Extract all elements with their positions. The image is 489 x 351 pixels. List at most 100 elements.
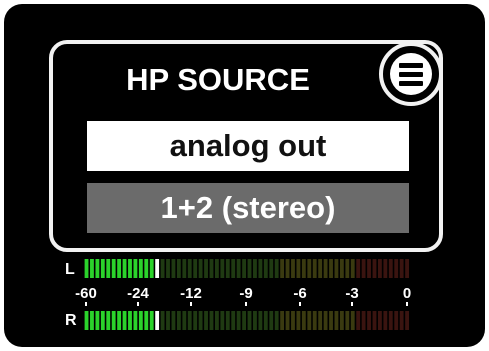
meter-segment (345, 259, 350, 278)
scale-label: 0 (402, 285, 412, 302)
meter-segment (329, 259, 333, 278)
meter-segment (378, 259, 382, 278)
meter-segment (128, 311, 132, 330)
meter-segment (356, 311, 361, 330)
meter-segment (144, 259, 149, 278)
meter-segment (367, 311, 371, 330)
meter-segment (187, 259, 192, 278)
scale-tick (190, 302, 192, 306)
meter-segment (269, 311, 274, 330)
meter-segment (367, 259, 371, 278)
scale-tick (406, 302, 408, 306)
meter-segment (84, 311, 89, 330)
meter-segment (372, 311, 377, 330)
meter-segment (138, 311, 143, 330)
meter-segment (361, 311, 366, 330)
meter-segment (193, 311, 198, 330)
meter-segment (291, 311, 295, 330)
meter-segment (253, 311, 257, 330)
meter-segment (405, 311, 409, 330)
meter-segment (117, 259, 122, 278)
meter-segment (176, 311, 181, 330)
meter-segment (339, 259, 344, 278)
meter-segment (95, 311, 100, 330)
meter-segment (334, 259, 339, 278)
scale-label: -6 (293, 285, 307, 302)
meter-segment (280, 259, 285, 278)
meter-segment (231, 311, 236, 330)
scale-tick (299, 302, 301, 306)
meter-segment (312, 259, 317, 278)
meter-segment (100, 259, 105, 278)
meter-segment (307, 311, 312, 330)
meter-segment (128, 259, 132, 278)
meter-segment (166, 259, 170, 278)
meter-segment (361, 259, 366, 278)
meter-segment (318, 259, 323, 278)
meter-segment (198, 259, 203, 278)
meter-segment (220, 259, 225, 278)
meter-segment (334, 311, 339, 330)
meter-segment (274, 259, 279, 278)
meter-segment (372, 259, 377, 278)
source-option-analog-out[interactable]: analog out (87, 121, 409, 171)
meter-segment (242, 311, 246, 330)
meter-segment (149, 259, 154, 278)
meter-segment (198, 311, 203, 330)
meter-segment (193, 259, 198, 278)
meter-segment (106, 259, 111, 278)
meter-segment (236, 311, 241, 330)
scale-label: -3 (345, 285, 359, 302)
meter-segment (204, 259, 208, 278)
meter-segment (394, 259, 399, 278)
scale-label: -9 (239, 285, 253, 302)
meter-segment (253, 259, 257, 278)
meter-segment (220, 311, 225, 330)
meter-segment (84, 259, 89, 278)
meter-segment (301, 259, 306, 278)
meter-segment (106, 311, 111, 330)
meter-segment (323, 311, 328, 330)
meter-segment (176, 259, 181, 278)
meter-segment (138, 259, 143, 278)
meter-segment (117, 311, 122, 330)
meter-segment (307, 259, 312, 278)
meter-segment (209, 311, 214, 330)
meter-segment (122, 311, 127, 330)
meter-segment (215, 311, 219, 330)
meter-segment (209, 259, 214, 278)
meter-segment (291, 259, 295, 278)
meter-segment (160, 311, 165, 330)
meter-segment (225, 259, 230, 278)
scale-label: -60 (75, 285, 97, 302)
meter-segment (166, 311, 170, 330)
meter-segment (90, 259, 94, 278)
scale-tick (137, 302, 139, 306)
meter-segment (231, 259, 236, 278)
meter-segment (258, 259, 263, 278)
meter-segment (111, 259, 116, 278)
scale-tick (245, 302, 247, 306)
meter-segment (405, 259, 409, 278)
meter-segment (323, 259, 328, 278)
panel-title: HP SOURCE (126, 62, 310, 97)
scale-label: -24 (127, 285, 149, 302)
meter-segment (263, 259, 268, 278)
hamburger-menu-icon (390, 53, 432, 95)
meter-segment (247, 311, 252, 330)
scale-label: -12 (180, 285, 202, 302)
meter-segment (90, 311, 94, 330)
meter-segment (236, 259, 241, 278)
meter-segment (388, 311, 393, 330)
meter-segment (318, 311, 323, 330)
meter-segment (312, 311, 317, 330)
meter-segment (383, 311, 388, 330)
meter-segment (296, 311, 301, 330)
menu-button[interactable] (379, 42, 443, 106)
scale-tick (351, 302, 353, 306)
meter-segment (171, 311, 176, 330)
meter-segment (225, 311, 230, 330)
meter-segment (301, 311, 306, 330)
meter-segment (182, 259, 187, 278)
source-option-stereo[interactable]: 1+2 (stereo) (87, 183, 409, 233)
